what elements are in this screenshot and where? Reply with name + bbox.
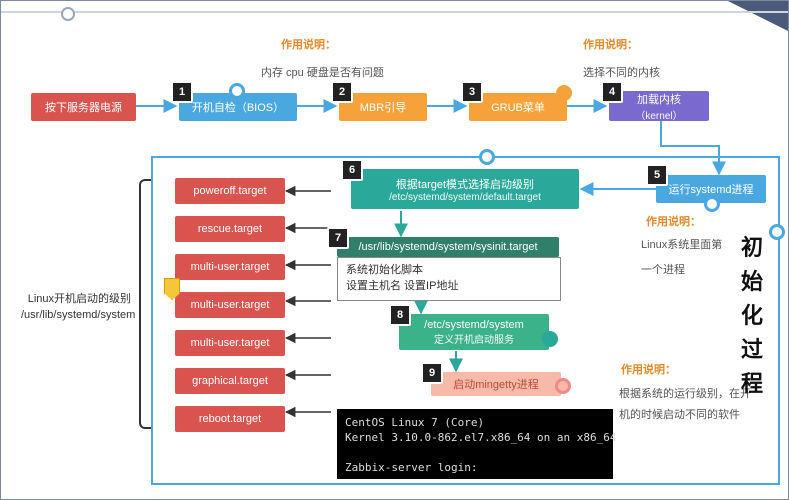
callout-note-5a: Linux系统里面第 [641,236,722,252]
node-9-label: 启动mingetty进程 [431,376,561,392]
frame-dot-right [769,224,785,240]
node-sysinit: /usr/lib/systemd/system/sysinit.target [337,237,559,257]
badge-2: 2 [331,81,353,103]
node-grub: GRUB菜单 [469,93,567,121]
side-caption-l2: /usr/lib/systemd/system [21,307,131,323]
target-multiuser-2: multi-user.target [175,292,285,318]
node-6-l1: 根据target模式选择启动级别 [351,176,579,192]
callout-label-1: 作用说明： [281,36,336,52]
node-default-target: 根据target模式选择启动级别 /etc/systemd/system/def… [351,169,579,209]
node-kernel-l2: （kernel） [609,107,709,122]
callout-note-1: 内存 cpu 硬盘是否有问题 [261,64,384,80]
callout-label-5: 作用说明： [646,213,701,229]
target-multiuser-1: multi-user.target [175,254,285,280]
connector-dot-5 [704,196,720,212]
callout-label-3: 作用说明： [583,36,638,52]
node-7-t1: 系统初始化脚本 [346,262,552,278]
badge-1: 1 [171,81,193,103]
node-kernel-l1: 加载内核 [609,91,709,107]
callout-note-9b: 机的时候启动不同的软件 [619,406,740,422]
node-mingetty: 启动mingetty进程 [431,372,561,396]
side-caption: Linux开机启动的级别 /usr/lib/systemd/system [21,291,131,323]
badge-4: 4 [601,81,623,103]
diagram-page: 按下服务器电源 作用说明： 内存 cpu 硬盘是否有问题 开机自检（BIOS） … [0,0,789,500]
badge-6: 6 [341,159,363,181]
terminal-output: CentOS Linux 7 (Core) Kernel 3.10.0-862.… [337,409,613,479]
target-reboot: reboot.target [175,406,285,432]
connector-dot-3 [556,85,572,101]
node-6-l2: /etc/systemd/system/default.target [351,192,579,203]
term-l4: Zabbix-server login: [345,461,477,474]
top-rule [1,11,788,13]
term-l1: CentOS Linux 7 (Core) [345,416,484,429]
targets-list: poweroff.target rescue.target multi-user… [175,178,285,444]
node-7-label: /usr/lib/systemd/system/sysinit.target [337,241,559,253]
node-power-label: 按下服务器电源 [31,99,136,115]
target-graphical: graphical.target [175,368,285,394]
node-kernel: 加载内核 （kernel） [609,91,709,121]
brace-icon [139,179,151,429]
badge-7: 7 [327,227,349,249]
node-7-t2: 设置主机名 设置IP地址 [346,278,552,294]
callout-note-3: 选择不同的内核 [583,64,660,80]
side-caption-l1: Linux开机启动的级别 [21,291,131,307]
connector-dot-8 [542,331,558,347]
node-grub-label: GRUB菜单 [469,99,567,115]
node-8-l1: /etc/systemd/system [399,319,549,331]
node-7-textbox: 系统初始化脚本 设置主机名 设置IP地址 [337,257,561,301]
corner-decoration [728,1,788,31]
target-poweroff: poweroff.target [175,178,285,204]
frame-dot-top [479,149,495,165]
node-bios-label: 开机自检（BIOS） [179,99,297,115]
node-services: /etc/systemd/system 定义开机启动服务 [399,314,549,350]
target-rescue: rescue.target [175,216,285,242]
term-l2: Kernel 3.10.0-862.el7.x86_64 on an x86_6… [345,431,617,444]
node-systemd-label: 运行systemd进程 [656,181,766,197]
node-power: 按下服务器电源 [31,93,136,121]
vertical-title: 初始化过程 [741,231,763,401]
callout-note-5b: 一个进程 [641,261,685,277]
connector-dot-9 [555,378,571,394]
connector-dot-1 [229,83,245,99]
node-8-l2: 定义开机启动服务 [399,331,549,346]
callout-note-9a: 根据系统的运行级别，在开 [619,385,751,401]
target-multiuser-3: multi-user.target [175,330,285,356]
badge-8: 8 [389,304,411,326]
badge-9: 9 [421,362,443,384]
badge-5: 5 [646,164,668,186]
top-handle [61,7,75,21]
callout-label-9: 作用说明： [621,361,676,377]
badge-3: 3 [461,81,483,103]
